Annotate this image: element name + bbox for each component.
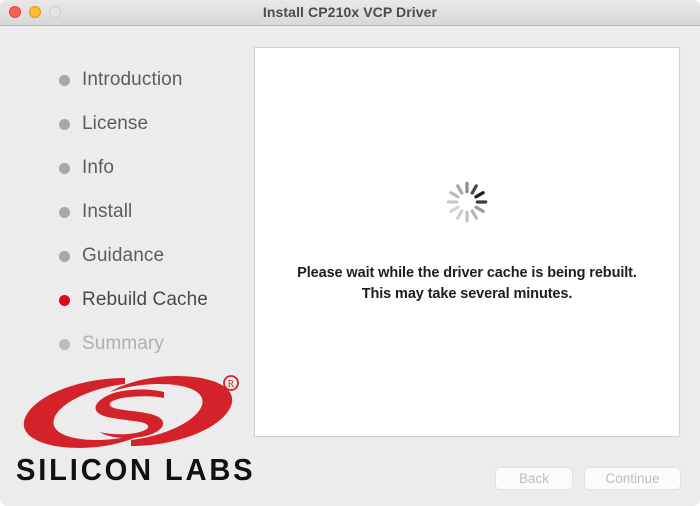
installer-footer-buttons: Back Continue [495, 467, 681, 490]
brand-logo: R SILICON LABS [12, 370, 256, 488]
window-title: Install CP210x VCP Driver [262, 4, 438, 20]
step-label: Guidance [82, 245, 165, 266]
sidebar-step-install: Install [59, 190, 249, 234]
step-bullet-icon [59, 118, 70, 130]
installer-window: Install CP210x VCP Driver Introduction L… [0, 0, 700, 506]
brand-wordmark: SILICON LABS [16, 452, 256, 487]
silicon-labs-swirl-logo: R [23, 375, 239, 448]
continue-button[interactable]: Continue [584, 467, 681, 490]
step-label: Summary [82, 333, 164, 354]
window-body: Introduction License Info Install Guidan [0, 27, 700, 506]
step-list: Introduction License Info Install Guidan [59, 58, 249, 366]
sidebar-step-rebuild-cache: Rebuild Cache [59, 278, 249, 322]
installer-sidebar: Introduction License Info Install Guidan [0, 27, 254, 506]
step-label: Info [82, 157, 115, 178]
step-label: Install [82, 201, 133, 222]
step-bullet-icon [59, 206, 70, 218]
sidebar-step-introduction: Introduction [59, 58, 249, 102]
svg-text:R: R [228, 379, 235, 390]
wait-message-line-2: This may take several minutes. [361, 286, 573, 302]
step-bullet-icon [59, 250, 70, 262]
back-button[interactable]: Back [495, 467, 573, 490]
progress-block: Please wait while the driver cache is be… [255, 179, 679, 305]
title-bar: Install CP210x VCP Driver [0, 0, 700, 26]
step-label: Rebuild Cache [82, 289, 208, 310]
step-bullet-icon [59, 162, 70, 174]
sidebar-step-guidance: Guidance [59, 234, 249, 278]
sidebar-step-info: Info [59, 146, 249, 190]
wait-message-line-1: Please wait while the driver cache is be… [297, 264, 637, 281]
step-bullet-icon [59, 338, 70, 350]
sidebar-step-summary: Summary [59, 322, 249, 366]
sidebar-step-license: License [59, 102, 249, 146]
installer-content-panel: Please wait while the driver cache is be… [254, 47, 680, 437]
step-bullet-icon [59, 74, 70, 86]
loading-spinner-icon [446, 181, 488, 223]
step-label: License [82, 113, 149, 134]
step-bullet-active-icon [59, 294, 70, 306]
step-label: Introduction [82, 69, 183, 90]
